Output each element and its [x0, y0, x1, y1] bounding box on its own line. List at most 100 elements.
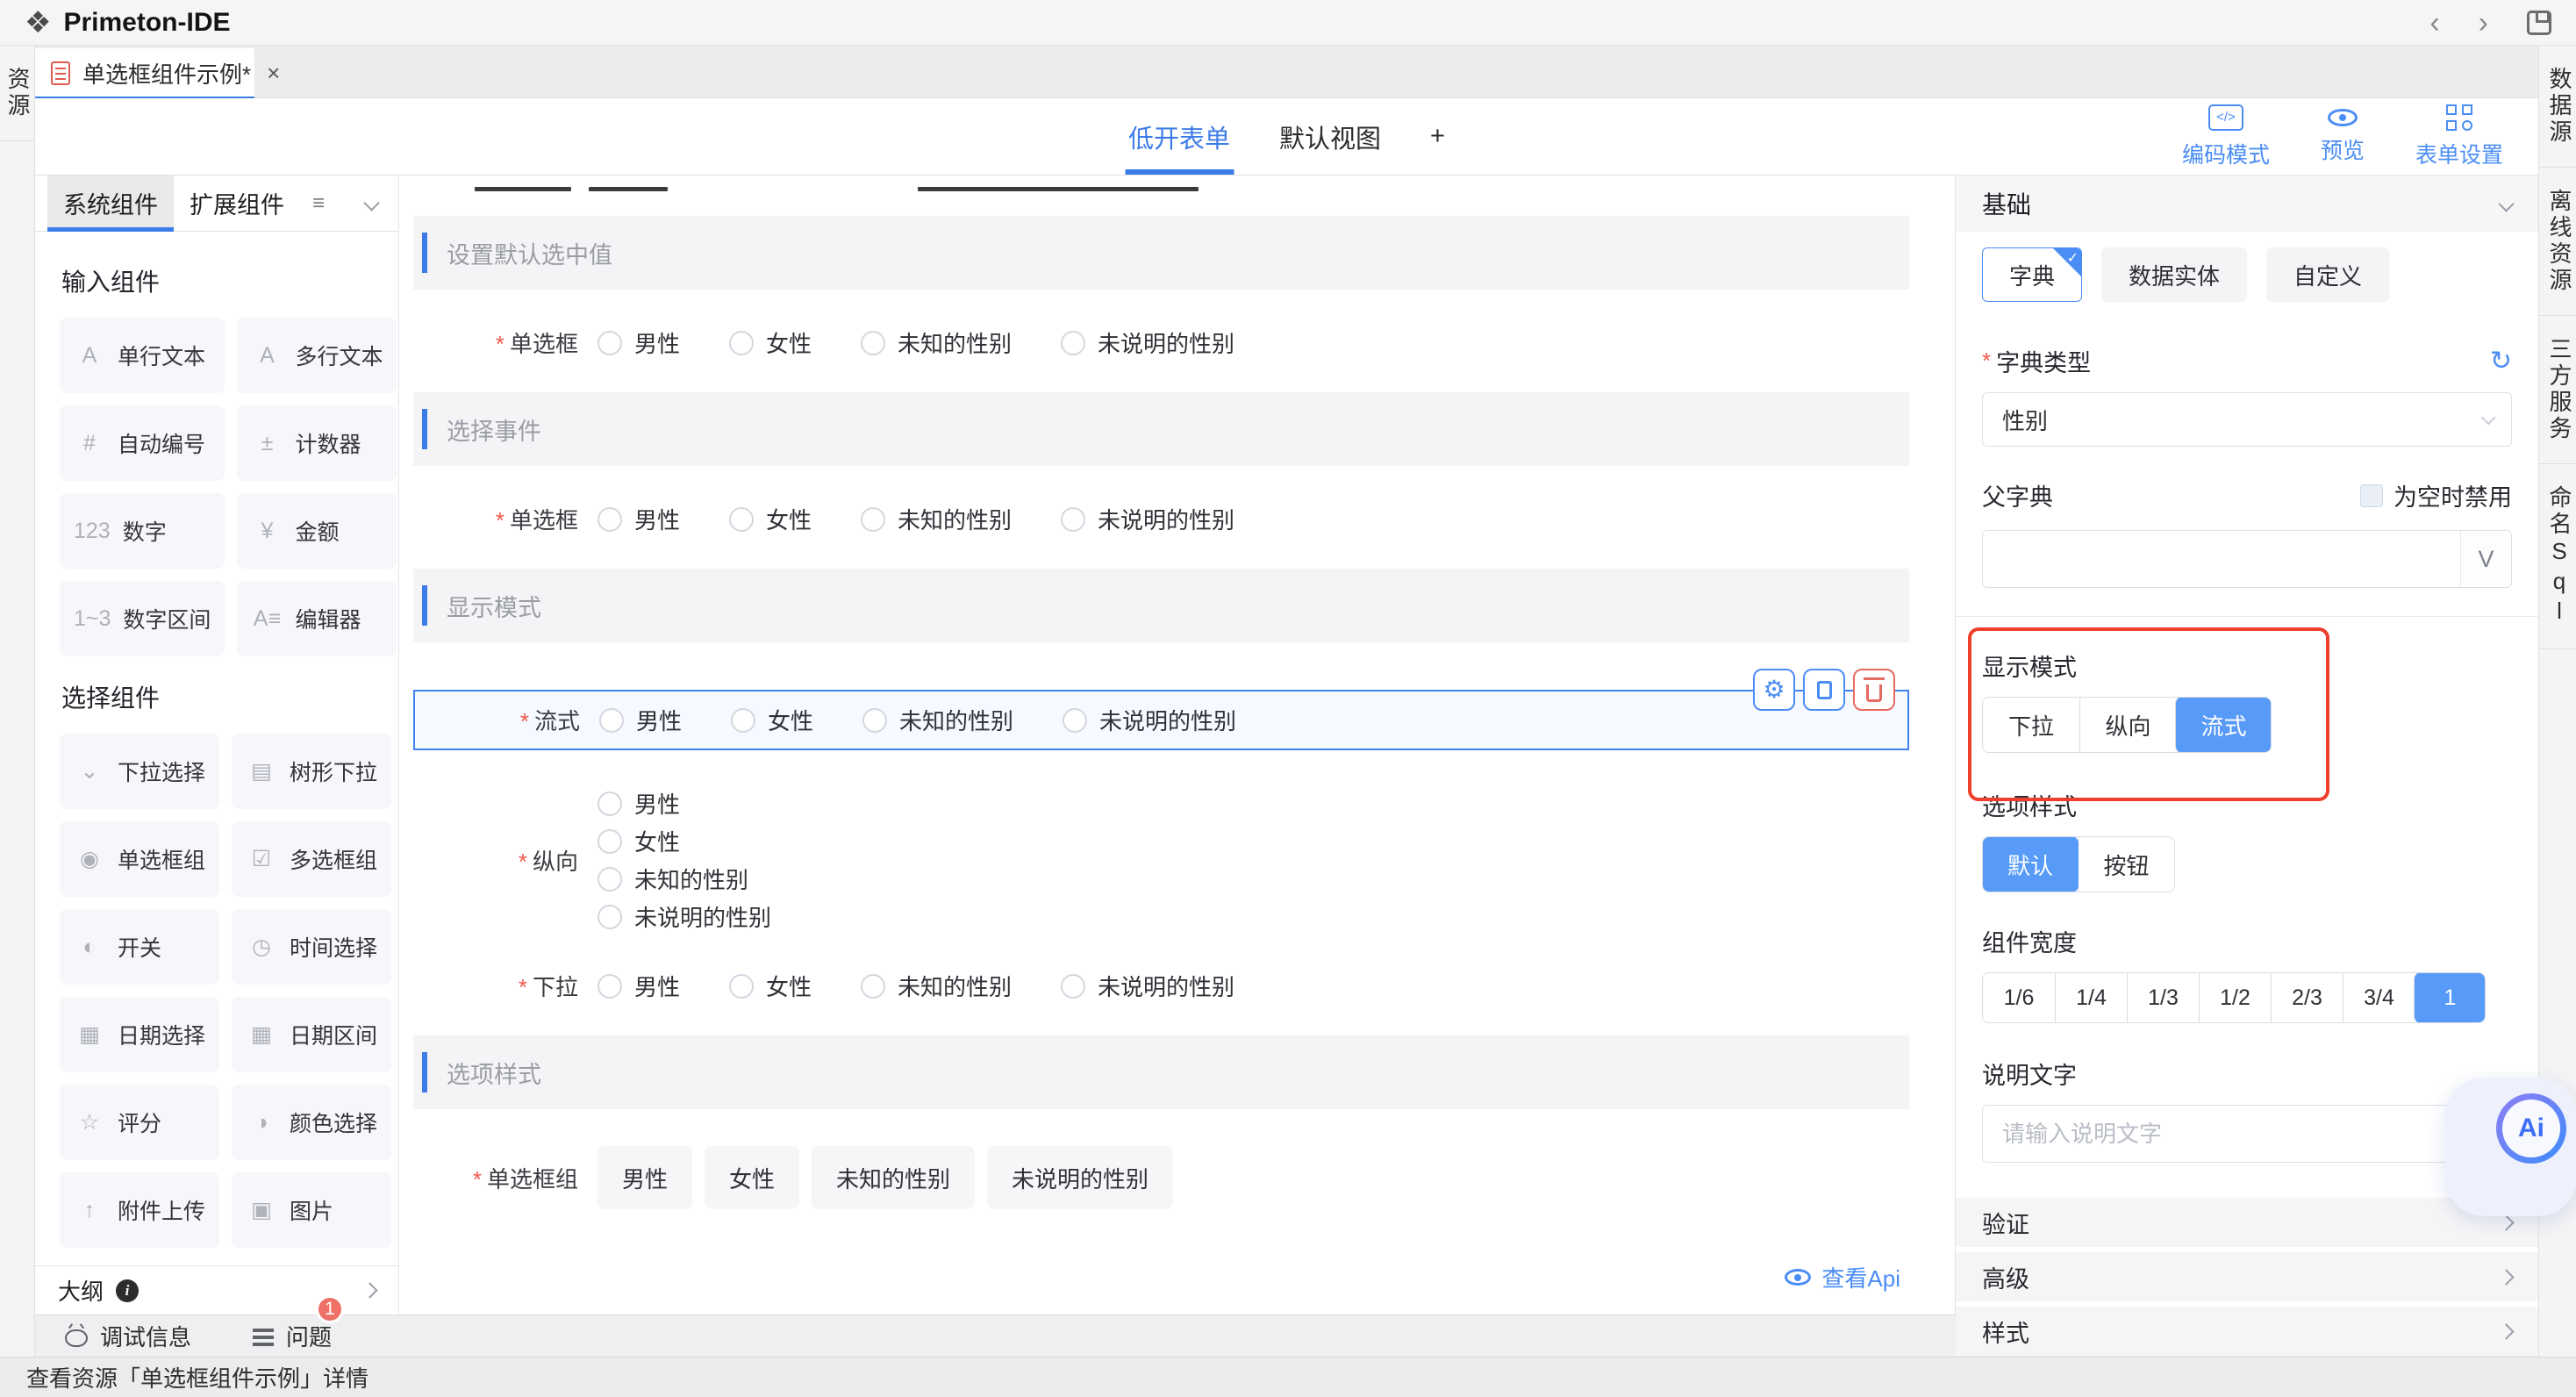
radio-option[interactable]: 未知的性别: [861, 326, 1012, 359]
component-item[interactable]: ⌄下拉选择: [60, 734, 219, 809]
segment-option-1[interactable]: 1: [2414, 972, 2486, 1023]
option-button[interactable]: 男性: [597, 1146, 692, 1209]
component-item[interactable]: A单行文本: [60, 318, 225, 393]
forward-icon[interactable]: ›: [2479, 8, 2488, 38]
radio-option[interactable]: 男性: [597, 970, 680, 1002]
radio-option[interactable]: 未知的性别: [597, 863, 748, 895]
tab-system-components[interactable]: 系统组件: [47, 176, 174, 231]
tab-extension-components[interactable]: 扩展组件: [174, 176, 300, 231]
radio-option[interactable]: 未说明的性别: [1063, 704, 1236, 736]
chevron-down-icon[interactable]: [363, 195, 379, 211]
option-button[interactable]: 女性: [705, 1146, 799, 1209]
view-api-link[interactable]: 查看Api: [1785, 1261, 1900, 1293]
radio-option[interactable]: 女性: [597, 825, 680, 857]
row-action-copy-icon[interactable]: [1803, 669, 1845, 711]
parent-dict-input[interactable]: [1983, 531, 2460, 587]
segment-option-1/2[interactable]: 1/2: [2199, 973, 2271, 1022]
component-item[interactable]: ▦日期选择: [60, 997, 219, 1072]
preview-button[interactable]: 预览: [2321, 104, 2365, 169]
rail-item-离线资源[interactable]: 离线资源: [2539, 168, 2576, 316]
segment-option-3/4[interactable]: 3/4: [2343, 973, 2415, 1022]
component-item[interactable]: ▦日期区间: [232, 997, 391, 1072]
radio-option[interactable]: 未说明的性别: [1061, 970, 1234, 1002]
radio-option[interactable]: 女性: [729, 503, 812, 535]
component-item[interactable]: 123数字: [60, 493, 225, 569]
form-settings-button[interactable]: 表单设置: [2415, 104, 2503, 169]
document-tab[interactable]: 单选框组件示例* ×: [35, 48, 254, 97]
component-item[interactable]: 1~3数字区间: [60, 581, 225, 656]
radio-option[interactable]: 女性: [731, 704, 813, 736]
segment-option-下拉[interactable]: 下拉: [1983, 698, 2079, 752]
component-item[interactable]: ◐开关: [60, 909, 219, 985]
option-button[interactable]: 未知的性别: [812, 1146, 975, 1209]
row-action-gear-icon[interactable]: ⚙: [1753, 669, 1795, 711]
sidebar-section-grid: A单行文本A多行文本#自动编号±计数器123数字¥金额1~3数字区间A≡编辑器: [60, 318, 377, 656]
radio-option[interactable]: 女性: [729, 970, 812, 1002]
rail-item-数据源[interactable]: 数据源: [2539, 46, 2576, 168]
component-item[interactable]: ◉单选框组: [60, 821, 219, 897]
rail-item-resources[interactable]: 资源: [0, 46, 34, 141]
component-item[interactable]: ▣图片: [232, 1172, 391, 1248]
radio-option[interactable]: 未知的性别: [862, 704, 1013, 736]
component-item[interactable]: ☑多选框组: [232, 821, 391, 897]
radio-option[interactable]: 未说明的性别: [1061, 503, 1234, 535]
tab-data-entity[interactable]: 数据实体: [2101, 247, 2247, 302]
form-field-row[interactable]: *流式男性女性未知的性别未说明的性别⚙: [413, 690, 1909, 750]
component-item[interactable]: A多行文本: [237, 318, 397, 393]
tab-default-view[interactable]: 默认视图: [1279, 98, 1381, 175]
row-action-delete-icon[interactable]: [1853, 669, 1895, 711]
section-advanced[interactable]: 高级: [1956, 1252, 2538, 1301]
component-item[interactable]: A≡编辑器: [237, 581, 397, 656]
desc-input[interactable]: [1983, 1106, 2460, 1162]
segment-option-1/4[interactable]: 1/4: [2055, 973, 2127, 1022]
rail-item-三方服务[interactable]: 三方服务: [2539, 316, 2576, 464]
radio-option[interactable]: 未知的性别: [861, 970, 1012, 1002]
ai-assistant-button[interactable]: Ai: [2496, 1093, 2566, 1164]
section-style[interactable]: 样式: [1956, 1307, 2538, 1356]
segment-option-默认[interactable]: 默认: [1982, 836, 2079, 892]
save-icon[interactable]: [2527, 11, 2551, 35]
code-mode-button[interactable]: 编码模式: [2182, 104, 2270, 169]
option-button[interactable]: 未说明的性别: [987, 1146, 1173, 1209]
radio-option-label: 女性: [766, 970, 812, 1002]
add-view-button[interactable]: +: [1430, 98, 1445, 175]
radio-option[interactable]: 未知的性别: [861, 503, 1012, 535]
radio-option[interactable]: 未说明的性别: [597, 900, 771, 933]
disable-when-empty[interactable]: 为空时禁用: [2360, 478, 2512, 512]
back-icon[interactable]: ‹: [2429, 8, 2439, 38]
basic-section-header[interactable]: 基础: [1956, 176, 2538, 232]
problems-button[interactable]: 问题 1: [253, 1320, 332, 1352]
component-item[interactable]: ±计数器: [237, 405, 397, 481]
segment-option-流式[interactable]: 流式: [2175, 697, 2272, 753]
radio-option[interactable]: 女性: [729, 326, 812, 359]
segment-option-1/3[interactable]: 1/3: [2127, 973, 2199, 1022]
component-item[interactable]: ◑颜色选择: [232, 1085, 391, 1160]
variable-bind-button[interactable]: V: [2460, 531, 2511, 587]
section-validation[interactable]: 验证: [1956, 1198, 2538, 1247]
radio-option[interactable]: 未说明的性别: [1061, 326, 1234, 359]
radio-option[interactable]: 男性: [599, 704, 682, 736]
radio-option[interactable]: 男性: [597, 326, 680, 359]
radio-option[interactable]: 男性: [597, 787, 680, 820]
segment-option-1/6[interactable]: 1/6: [1983, 973, 2055, 1022]
component-item[interactable]: ↑附件上传: [60, 1172, 219, 1248]
segment-option-2/3[interactable]: 2/3: [2271, 973, 2343, 1022]
tab-dictionary[interactable]: 字典: [1982, 247, 2082, 302]
segment-option-纵向[interactable]: 纵向: [2079, 698, 2176, 752]
rail-item-命名Sql[interactable]: 命名Sql: [2539, 464, 2576, 649]
dict-type-select[interactable]: 性别: [1982, 392, 2512, 447]
component-item[interactable]: ¥金额: [237, 493, 397, 569]
refresh-icon[interactable]: ↻: [2490, 348, 2512, 375]
component-item[interactable]: #自动编号: [60, 405, 225, 481]
close-icon[interactable]: ×: [267, 60, 280, 87]
component-item[interactable]: ◷时间选择: [232, 909, 391, 985]
component-list-menu-icon[interactable]: ≡: [312, 191, 325, 216]
tab-lowcode-form[interactable]: 低开表单: [1128, 98, 1230, 175]
radio-option[interactable]: 男性: [597, 503, 680, 535]
segment-option-按钮[interactable]: 按钮: [2078, 837, 2174, 892]
checkbox-icon[interactable]: [2360, 484, 2383, 507]
debug-info-button[interactable]: 调试信息: [65, 1320, 191, 1352]
component-item[interactable]: ▤树形下拉: [232, 734, 391, 809]
tab-custom[interactable]: 自定义: [2266, 247, 2389, 302]
component-item[interactable]: ☆评分: [60, 1085, 219, 1160]
